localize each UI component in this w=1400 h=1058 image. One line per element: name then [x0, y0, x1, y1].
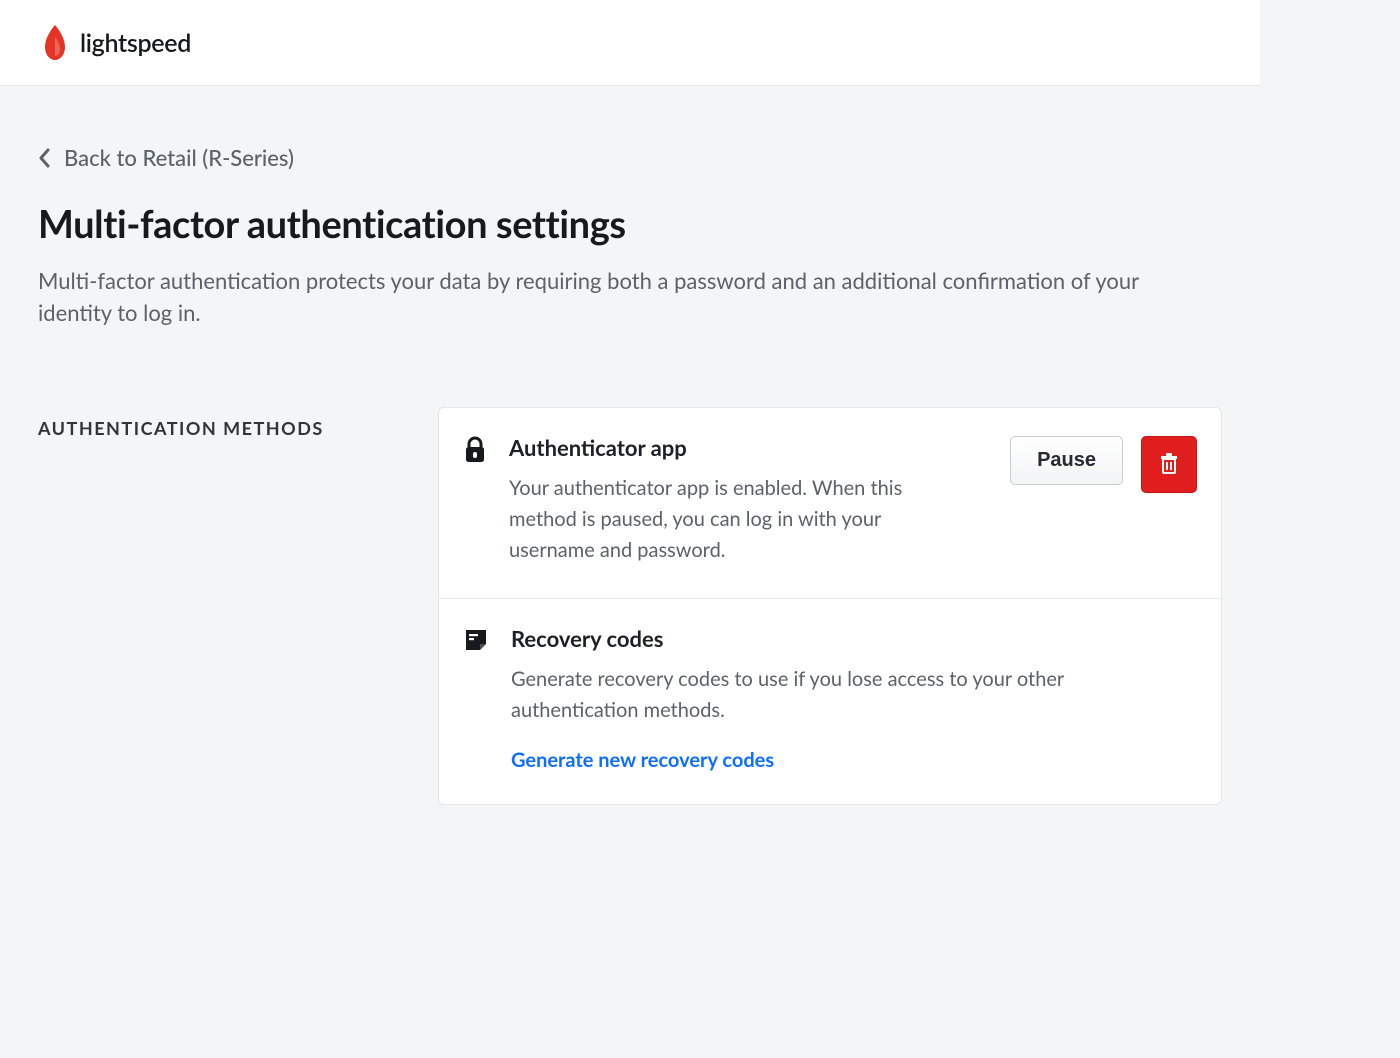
lock-icon: [463, 436, 487, 468]
brand-name: lightspeed: [80, 28, 191, 58]
authenticator-app-actions: Pause: [1010, 436, 1197, 493]
delete-button[interactable]: [1141, 436, 1197, 493]
note-icon: [463, 627, 489, 657]
flame-icon: [40, 25, 70, 61]
chevron-left-icon: [38, 148, 50, 168]
recovery-codes-item: Recovery codes Generate recovery codes t…: [439, 598, 1221, 804]
recovery-codes-description: Generate recovery codes to use if you lo…: [511, 664, 1151, 726]
page-content: Back to Retail (R-Series) Multi-factor a…: [0, 86, 1260, 863]
authenticator-app-description: Your authenticator app is enabled. When …: [509, 473, 929, 566]
back-link-label: Back to Retail (R-Series): [64, 144, 294, 171]
topbar: lightspeed: [0, 0, 1260, 86]
auth-methods-panel: Authenticator app Your authenticator app…: [438, 407, 1222, 805]
recovery-codes-title: Recovery codes: [511, 625, 1197, 652]
page-title: Multi-factor authentication settings: [38, 201, 1222, 247]
authenticator-app-title: Authenticator app: [509, 434, 988, 461]
pause-button[interactable]: Pause: [1010, 436, 1123, 485]
authenticator-app-main: Authenticator app Your authenticator app…: [509, 434, 988, 566]
auth-methods-section: AUTHENTICATION METHODS Authenticator app…: [38, 407, 1222, 805]
page-description: Multi-factor authentication protects you…: [38, 265, 1168, 329]
back-link[interactable]: Back to Retail (R-Series): [38, 144, 294, 171]
generate-recovery-codes-link[interactable]: Generate new recovery codes: [511, 748, 774, 772]
brand: lightspeed: [40, 25, 191, 61]
trash-icon: [1158, 451, 1180, 478]
section-label: AUTHENTICATION METHODS: [38, 407, 398, 439]
authenticator-app-item: Authenticator app Your authenticator app…: [439, 408, 1221, 598]
recovery-codes-main: Recovery codes Generate recovery codes t…: [511, 625, 1197, 772]
